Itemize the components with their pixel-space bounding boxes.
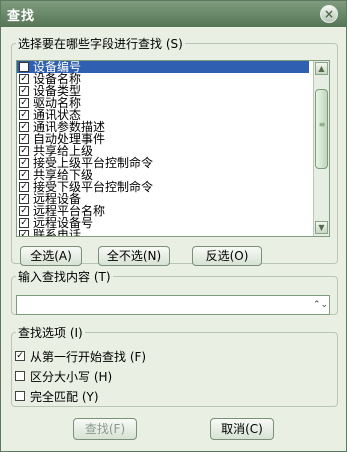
checkbox[interactable]: ✓ [19, 230, 29, 236]
checkbox[interactable]: ✓ [19, 122, 29, 132]
search-input-legend: 输入查找内容 (T) [18, 270, 111, 284]
select-none-button[interactable]: 全不选(N) [98, 246, 170, 266]
search-options-legend: 查找选项 (I) [18, 326, 83, 340]
scroll-down-icon[interactable]: ▼ [315, 221, 328, 234]
checkbox[interactable]: ✓ [19, 206, 29, 216]
checkbox[interactable]: ✓ [19, 86, 29, 96]
find-dialog: 查找 × 选择要在哪些字段进行查找 (S) ✓ 设备编号 ✓ 设备名称 ✓ 设备… [0, 0, 347, 452]
search-options-group: 查找选项 (I) ✓ 从第一行开始查找 (F) 区分大小写 (H) 完全匹配 (… [11, 324, 338, 407]
checkbox[interactable]: ✓ [15, 351, 25, 361]
option-label: 区分大小写 (H) [30, 370, 113, 384]
scroll-up-icon[interactable]: ▲ [315, 62, 328, 75]
checkbox[interactable] [15, 391, 25, 401]
list-item-label: 联系电话 [33, 228, 82, 237]
list-item[interactable]: ✓ 联系电话 [17, 228, 309, 237]
invert-selection-button[interactable]: 反选(O) [192, 246, 262, 266]
checkbox[interactable]: ✓ [19, 62, 29, 72]
checkbox[interactable]: ✓ [19, 74, 29, 84]
find-button[interactable]: 查找(F) [73, 418, 137, 440]
option-label: 从第一行开始查找 (F) [30, 350, 147, 364]
checkbox[interactable]: ✓ [19, 110, 29, 120]
close-icon[interactable]: × [320, 5, 338, 23]
grip-icon: ≡ [318, 120, 326, 129]
checkbox[interactable]: ✓ [19, 182, 29, 192]
checkbox[interactable]: ✓ [19, 146, 29, 156]
field-selection-group: 选择要在哪些字段进行查找 (S) ✓ 设备编号 ✓ 设备名称 ✓ 设备类型 ✓ … [11, 35, 338, 266]
checkbox[interactable]: ✓ [19, 218, 29, 228]
search-input[interactable]: ⌃⌄ [16, 295, 330, 315]
title-bar: 查找 × [1, 1, 346, 27]
scroll-thumb[interactable]: ≡ [315, 89, 328, 169]
checkbox[interactable] [15, 371, 25, 381]
search-input-group: 输入查找内容 (T) ⌃⌄ [11, 268, 338, 315]
chevron-down-icon[interactable]: ⌃⌄ [313, 299, 328, 311]
select-all-button[interactable]: 全选(A) [20, 246, 82, 266]
dialog-title: 查找 [7, 9, 36, 24]
checkbox[interactable]: ✓ [19, 170, 29, 180]
list-scrollbar[interactable]: ▲ ≡ ▼ [313, 61, 329, 236]
checkbox[interactable]: ✓ [19, 134, 29, 144]
checkbox[interactable]: ✓ [19, 158, 29, 168]
option-label: 完全匹配 (Y) [30, 390, 99, 404]
checkbox[interactable]: ✓ [19, 98, 29, 108]
cancel-button[interactable]: 取消(C) [210, 418, 274, 440]
checkbox[interactable]: ✓ [19, 194, 29, 204]
field-list[interactable]: ✓ 设备编号 ✓ 设备名称 ✓ 设备类型 ✓ 驱动名称 ✓ 通讯状态 ✓ 通讯参… [16, 60, 330, 237]
field-selection-legend: 选择要在哪些字段进行查找 (S) [18, 37, 183, 51]
